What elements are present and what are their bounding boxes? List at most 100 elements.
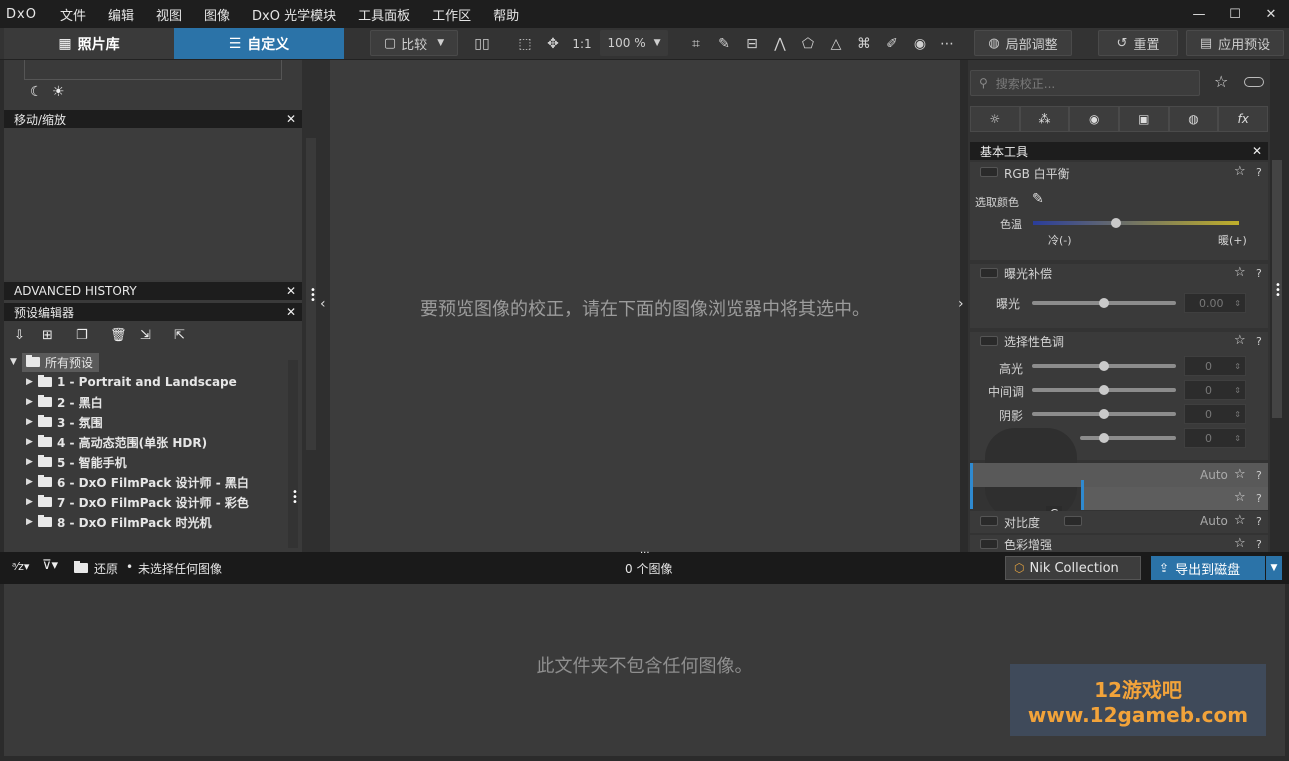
menu-help[interactable]: 帮助 (482, 5, 530, 24)
close-window-button[interactable]: ✕ (1253, 7, 1289, 22)
help-icon[interactable]: ? (1256, 538, 1262, 551)
close-icon[interactable]: ✕ (1252, 144, 1262, 158)
help-icon[interactable]: ? (1256, 335, 1262, 348)
midtones-value[interactable]: 0 ⇕ (1184, 380, 1246, 400)
star-icon[interactable]: ☆ (1234, 265, 1246, 280)
collapse-left-icon[interactable]: ‹ (320, 296, 326, 312)
menu-edit[interactable]: 编辑 (97, 5, 145, 24)
tree-item[interactable]: ▶ 8 - DxO FilmPack 时光机 (26, 512, 212, 532)
eyedropper-icon[interactable]: ✎ (714, 34, 734, 54)
star-icon[interactable]: ☆ (1234, 467, 1246, 482)
tree-item[interactable]: ▶ 6 - DxO FilmPack 设计师 - 黑白 (26, 472, 249, 492)
menu-image[interactable]: 图像 (193, 5, 241, 24)
tree-item[interactable]: ▶ 3 - 氛围 (26, 412, 103, 432)
favorites-star-icon[interactable]: ☆ (1214, 72, 1228, 91)
sun-icon[interactable]: ☀ (52, 84, 65, 100)
move-icon[interactable]: ✥ (543, 34, 563, 54)
blacks-value[interactable]: 0 ⇕ (1184, 428, 1246, 448)
crop-icon[interactable]: ⌗ (686, 34, 706, 54)
tree-item[interactable]: ▶ 2 - 黑白 (26, 392, 103, 412)
advanced-history-header[interactable]: ADVANCED HISTORY ✕ (4, 282, 302, 300)
help-icon[interactable]: ? (1256, 267, 1262, 280)
tree-item[interactable]: ▶ 5 - 智能手机 (26, 452, 127, 472)
help-icon[interactable]: ? (1256, 492, 1262, 505)
filter-icon[interactable]: ⊽▾ (42, 558, 58, 573)
tab-effects-icon[interactable]: fx (1218, 106, 1269, 132)
drag-handle-icon[interactable]: • • • (1275, 281, 1281, 301)
slider-knob[interactable] (1099, 361, 1109, 371)
nik-collection-button[interactable]: ⬡ Nik Collection (1005, 556, 1141, 580)
horizon-icon[interactable]: ⊟ (742, 34, 762, 54)
local-adjust-button[interactable]: ◍ 局部调整 (974, 30, 1072, 56)
tree-item[interactable]: ▶ 4 - 高动态范围(单张 HDR) (26, 432, 207, 452)
toggle-icon[interactable] (1244, 77, 1264, 87)
eyedropper-icon[interactable]: ✎ (1032, 191, 1044, 207)
menu-file[interactable]: 文件 (49, 5, 97, 24)
grid-overlay-icon[interactable]: ⋯ (937, 34, 957, 54)
ratio-button[interactable]: 1:1 (571, 34, 593, 54)
star-icon[interactable]: ☆ (1234, 333, 1246, 348)
export-preset-icon[interactable]: ⇱ (174, 328, 185, 343)
star-icon[interactable]: ☆ (1234, 490, 1246, 505)
zoom-select[interactable]: 100 % ▼ (600, 30, 668, 56)
import-preset-icon[interactable]: ⇲ (140, 328, 151, 343)
duplicate-preset-icon[interactable]: ❐ (76, 328, 88, 343)
volume-deformation-icon[interactable]: ⌘ (854, 34, 874, 54)
tree-root[interactable]: ▼ 所有预设 (10, 352, 100, 372)
maximize-button[interactable]: ☐ (1217, 7, 1253, 22)
slider-knob[interactable] (1111, 218, 1121, 228)
slider-knob[interactable] (1099, 433, 1109, 443)
reset-button[interactable]: ↺ 重置 (1098, 30, 1178, 56)
white-balance-toggle[interactable] (980, 167, 998, 177)
trash-icon[interactable]: 🗑 (110, 328, 127, 343)
exposure-value[interactable]: 0.00 ⇕ (1184, 293, 1246, 313)
new-preset-icon[interactable]: ⇩ (14, 328, 25, 343)
tab-customize[interactable]: ☰ 自定义 (174, 28, 344, 59)
close-icon[interactable]: ✕ (286, 284, 296, 298)
slider-knob[interactable] (1099, 298, 1109, 308)
menu-workspace[interactable]: 工作区 (421, 5, 482, 24)
moon-icon[interactable]: ☾ (30, 84, 43, 100)
search-input[interactable]: ⚲ 搜索校正... (970, 70, 1200, 96)
restore-label[interactable]: 还原 (94, 560, 118, 577)
split-view-icon[interactable]: ▯▯ (472, 34, 492, 54)
perspective-rect-icon[interactable]: △ (826, 34, 846, 54)
export-dropdown[interactable]: ▼ (1266, 556, 1282, 580)
tab-photo-library[interactable]: ▦ 照片库 (4, 28, 174, 59)
collapse-right-icon[interactable]: › (958, 296, 964, 312)
help-icon[interactable]: ? (1256, 515, 1262, 528)
tree-item[interactable]: ▶ 7 - DxO FilmPack 设计师 - 彩色 (26, 492, 249, 512)
tab-detail-icon[interactable]: ◉ (1069, 106, 1120, 132)
tab-light-icon[interactable]: ☼ (970, 106, 1020, 132)
highlights-value[interactable]: 0 ⇕ (1184, 356, 1246, 376)
sort-az-icon[interactable]: ᵃ⁄z▾ (12, 560, 29, 573)
scrollbar[interactable] (288, 360, 298, 548)
contrast-toggle[interactable] (980, 516, 998, 526)
close-icon[interactable]: ✕ (286, 112, 296, 126)
color-boost-toggle[interactable] (980, 539, 998, 549)
temperature-slider[interactable] (1033, 221, 1239, 225)
menu-view[interactable]: 视图 (145, 5, 193, 24)
slider-knob[interactable] (1099, 385, 1109, 395)
tab-color-icon[interactable]: ⁂ (1019, 106, 1070, 132)
contrast-sub-toggle[interactable] (1064, 516, 1082, 526)
new-preset-from-image-icon[interactable]: ⊞ (42, 328, 53, 343)
tab-geometry-icon[interactable]: ▣ (1119, 106, 1169, 132)
minimize-button[interactable]: — (1181, 7, 1217, 22)
drag-handle-icon[interactable]: • • • (292, 488, 298, 508)
drag-handle-icon[interactable]: • • • (310, 286, 316, 306)
resize-handle-icon[interactable]: ··· (640, 548, 650, 559)
blacks-slider[interactable] (1080, 436, 1176, 440)
star-icon[interactable]: ☆ (1234, 513, 1246, 528)
close-icon[interactable]: ✕ (286, 305, 296, 319)
tree-item[interactable]: ▶ 1 - Portrait and Landscape (26, 372, 237, 392)
menu-optics[interactable]: DxO 光学模块 (241, 5, 347, 24)
slider-knob[interactable] (1099, 409, 1109, 419)
compare-button[interactable]: ▢ 比较 ▼ (370, 30, 458, 56)
repair-icon[interactable]: ✐ (882, 34, 902, 54)
perspective-icon[interactable]: ⋀ (770, 34, 790, 54)
eye-icon[interactable]: ◉ (910, 34, 930, 54)
export-button[interactable]: ⇪ 导出到磁盘 (1151, 556, 1265, 580)
menu-tool-panels[interactable]: 工具面板 (347, 5, 421, 24)
star-icon[interactable]: ☆ (1234, 164, 1246, 179)
